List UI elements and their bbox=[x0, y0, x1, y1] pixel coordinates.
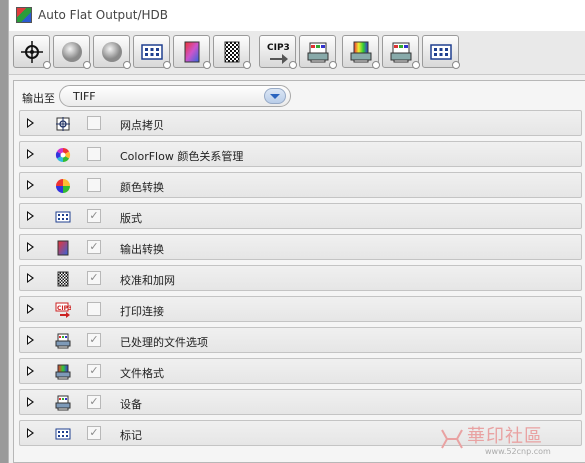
output-format-select[interactable]: TIFF bbox=[59, 85, 291, 107]
chevron-down-icon[interactable] bbox=[264, 88, 286, 104]
printer-icon bbox=[390, 42, 411, 62]
checker-icon bbox=[55, 271, 71, 287]
enable-checkbox[interactable]: ✓ bbox=[87, 364, 101, 378]
expand-triangle-icon[interactable] bbox=[27, 149, 34, 159]
enable-checkbox[interactable] bbox=[87, 116, 101, 130]
list-item[interactable]: ColorFlow 颜色关系管理 bbox=[19, 141, 582, 167]
output-format-value: TIFF bbox=[73, 90, 96, 103]
screening-copy-button[interactable] bbox=[13, 35, 51, 69]
svg-text:CIP3: CIP3 bbox=[267, 43, 290, 53]
list-item[interactable]: ✓ 版式 bbox=[19, 203, 582, 229]
watermark-url: www.52cnp.com bbox=[485, 447, 551, 456]
enable-checkbox[interactable]: ✓ bbox=[87, 240, 101, 254]
printer-icon bbox=[55, 333, 71, 349]
enable-checkbox[interactable]: ✓ bbox=[87, 426, 101, 440]
enable-checkbox[interactable] bbox=[87, 147, 101, 161]
settings-panel: 输出至 TIFF 网点拷贝 ColorFlow 颜色关系管理 颜色转换 ✓ 版式 ✓ 输出转… bbox=[13, 80, 585, 463]
list-item-label: 输出转换 bbox=[120, 243, 164, 256]
printer-icon bbox=[307, 42, 328, 62]
list-item-label: 版式 bbox=[120, 212, 142, 225]
gradient-page-icon bbox=[55, 240, 71, 256]
list-item[interactable]: ✓ 已处理的文件选项 bbox=[19, 327, 582, 353]
cip3-icon: CIP3 bbox=[55, 302, 72, 318]
list-item-label: ColorFlow 颜色关系管理 bbox=[120, 150, 244, 163]
cip3-button[interactable]: CIP3 bbox=[259, 35, 297, 69]
grid-icon bbox=[55, 426, 71, 442]
list-item[interactable]: ✓ 输出转换 bbox=[19, 234, 582, 260]
expand-triangle-icon[interactable] bbox=[27, 335, 34, 345]
toolbar: CIP3 bbox=[9, 31, 585, 75]
printer-icon bbox=[55, 395, 71, 411]
printer-button-2[interactable] bbox=[342, 35, 380, 69]
calibrate-screen-button[interactable] bbox=[213, 35, 251, 69]
list-item-label: 已处理的文件选项 bbox=[120, 336, 208, 349]
layout-grid-button[interactable] bbox=[133, 35, 171, 69]
gradient-page-icon bbox=[184, 41, 199, 62]
list-item-label: 文件格式 bbox=[120, 367, 164, 380]
enable-checkbox[interactable] bbox=[87, 302, 101, 316]
enable-checkbox[interactable]: ✓ bbox=[87, 333, 101, 347]
list-item[interactable]: ✓ 校准和加网 bbox=[19, 265, 582, 291]
window-title: Auto Flat Output/HDB bbox=[38, 8, 169, 22]
list-item[interactable]: ✓ 文件格式 bbox=[19, 358, 582, 384]
list-item[interactable]: 颜色转换 bbox=[19, 172, 582, 198]
list-item-label: 网点拷贝 bbox=[120, 119, 164, 132]
list-item[interactable]: CIP3 打印连接 bbox=[19, 296, 582, 322]
printer-button-3[interactable] bbox=[382, 35, 420, 69]
expand-triangle-icon[interactable] bbox=[27, 428, 34, 438]
gray-sphere-icon bbox=[61, 41, 82, 62]
watermark-logo-icon bbox=[441, 429, 463, 449]
output-to-label: 输出至 bbox=[22, 92, 55, 105]
grid-icon bbox=[140, 43, 163, 60]
gray-circle-button-2[interactable] bbox=[93, 35, 131, 69]
expand-triangle-icon[interactable] bbox=[27, 397, 34, 407]
expand-triangle-icon[interactable] bbox=[27, 211, 34, 221]
output-convert-button[interactable] bbox=[173, 35, 211, 69]
app-icon bbox=[16, 7, 32, 23]
target-icon bbox=[55, 116, 71, 132]
enable-checkbox[interactable]: ✓ bbox=[87, 271, 101, 285]
target-crosshair-icon bbox=[20, 40, 43, 63]
enable-checkbox[interactable]: ✓ bbox=[87, 209, 101, 223]
checker-page-icon bbox=[224, 41, 239, 62]
enable-checkbox[interactable] bbox=[87, 178, 101, 192]
printer-button-1[interactable] bbox=[299, 35, 337, 69]
list-item-label: 颜色转换 bbox=[120, 181, 164, 194]
list-item[interactable]: ✓ 设备 bbox=[19, 389, 582, 415]
watermark-text: 華印社區 bbox=[467, 426, 543, 447]
gray-sphere-icon bbox=[101, 41, 122, 62]
expand-triangle-icon[interactable] bbox=[27, 180, 34, 190]
color-wheel-icon bbox=[55, 147, 71, 163]
expand-triangle-icon[interactable] bbox=[27, 304, 34, 314]
printer-color-icon bbox=[55, 364, 71, 380]
title-bar: Auto Flat Output/HDB bbox=[9, 0, 585, 31]
expand-triangle-icon[interactable] bbox=[27, 273, 34, 283]
main-window: Auto Flat Output/HDB CIP3 输出至 TIFF 网点拷贝 … bbox=[8, 0, 585, 463]
cip3-icon: CIP3 bbox=[267, 43, 290, 64]
color-convert-icon bbox=[55, 178, 71, 194]
list-item-label: 打印连接 bbox=[120, 305, 164, 318]
gray-circle-button-1[interactable] bbox=[53, 35, 91, 69]
expand-triangle-icon[interactable] bbox=[27, 242, 34, 252]
list-item[interactable]: 网点拷贝 bbox=[19, 110, 582, 136]
enable-checkbox[interactable]: ✓ bbox=[87, 395, 101, 409]
watermark: 華印社區 www.52cnp.com bbox=[439, 420, 579, 460]
svg-text:CIP3: CIP3 bbox=[57, 305, 71, 312]
expand-triangle-icon[interactable] bbox=[27, 118, 34, 128]
expand-triangle-icon[interactable] bbox=[27, 366, 34, 376]
grid-icon bbox=[55, 209, 71, 225]
printer-color-icon bbox=[350, 41, 371, 62]
list-item-label: 标记 bbox=[120, 429, 142, 442]
grid-icon bbox=[429, 43, 452, 60]
grid-button-2[interactable] bbox=[422, 35, 460, 69]
list-item-label: 设备 bbox=[120, 398, 142, 411]
list-item-label: 校准和加网 bbox=[120, 274, 175, 287]
